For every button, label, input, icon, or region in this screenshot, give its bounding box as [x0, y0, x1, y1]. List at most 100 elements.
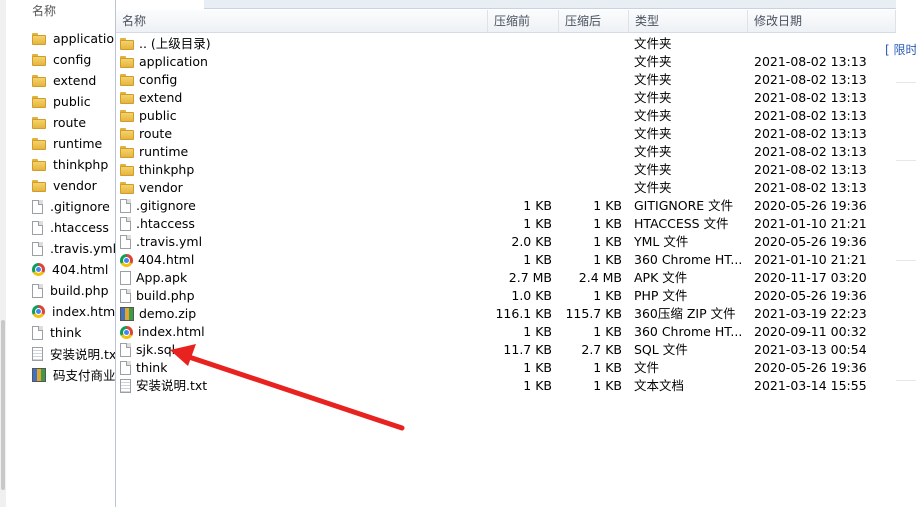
archive-file-list-window: 名称 压缩前 压缩后 类型 修改日期 .. (上级目录) 文件夹 applicati…: [115, 0, 897, 507]
file-row[interactable]: 404.html 1 KB 1 KB 360 Chrome HT... 2021-01-…: [116, 251, 896, 269]
file-name: 安装说明.txt: [136, 378, 208, 393]
left-list-item[interactable]: .htaccess: [0, 217, 118, 238]
column-header-original[interactable]: 压缩后: [559, 10, 629, 32]
left-list-item[interactable]: application: [0, 28, 118, 49]
file-row[interactable]: config 文件夹 2021-08-02 13:13: [116, 71, 896, 89]
file-icon: [120, 289, 131, 303]
left-list-item-label: runtime: [53, 136, 103, 151]
column-header-modified[interactable]: 修改日期: [748, 10, 896, 32]
file-icon: [120, 343, 131, 357]
file-name: sjk.sql: [136, 342, 176, 357]
original-size: 1 KB: [593, 360, 622, 375]
modified-date: 2020-05-26 19:36: [754, 198, 867, 213]
file-row[interactable]: think 1 KB 1 KB 文件 2020-05-26 19:36: [116, 359, 896, 377]
background-window-edge: [ 限时: [885, 0, 916, 507]
column-header-row: 名称 压缩前 压缩后 类型 修改日期: [116, 10, 896, 33]
divider: [896, 260, 916, 261]
file-row[interactable]: App.apk 2.7 MB 2.4 MB APK 文件 2020-11-17 03:2…: [116, 269, 896, 287]
left-list-item[interactable]: index.html: [0, 301, 118, 322]
file-icon: [32, 283, 43, 298]
file-icon: [32, 199, 43, 214]
left-list-item[interactable]: config: [0, 49, 118, 70]
file-row[interactable]: .htaccess 1 KB 1 KB HTACCESS 文件 2021-01-10 2…: [116, 215, 896, 233]
modified-date: 2021-08-02 13:13: [754, 90, 867, 105]
left-list-item[interactable]: route: [0, 112, 118, 133]
left-list-item[interactable]: .travis.yml: [0, 238, 118, 259]
file-name: demo.zip: [139, 306, 197, 321]
left-list-item[interactable]: thinkphp: [0, 154, 118, 175]
file-name-cell: thinkphp: [120, 161, 490, 179]
modified-date: 2021-01-10 21:21: [754, 216, 867, 231]
file-name-cell: .travis.yml: [120, 233, 490, 251]
left-file-list: application config extend public route runtim…: [0, 28, 118, 385]
divider: [896, 380, 916, 381]
left-list-item[interactable]: vendor: [0, 175, 118, 196]
file-row[interactable]: runtime 文件夹 2021-08-02 13:13: [116, 143, 896, 161]
left-list-item-label: index.html: [52, 304, 118, 319]
file-name-cell: .htaccess: [120, 215, 490, 233]
compressed-size: 1 KB: [523, 378, 552, 393]
column-header-compressed[interactable]: 压缩前: [488, 10, 559, 32]
file-name-cell: extend: [120, 89, 490, 107]
modified-date: 2021-03-19 22:23: [754, 306, 867, 321]
left-list-item-label: config: [53, 52, 92, 67]
file-row[interactable]: extend 文件夹 2021-08-02 13:13: [116, 89, 896, 107]
compressed-size: 1 KB: [523, 360, 552, 375]
folder-icon: [120, 182, 134, 194]
modified-date: 2020-05-26 19:36: [754, 288, 867, 303]
left-list-item[interactable]: public: [0, 91, 118, 112]
modified-date: 2021-08-02 13:13: [754, 108, 867, 123]
column-header-name[interactable]: 名称: [116, 10, 488, 32]
column-header-type[interactable]: 类型: [629, 10, 748, 32]
file-name: .htaccess: [136, 216, 195, 231]
left-list-item-label: .travis.yml: [50, 241, 117, 256]
folder-icon: [120, 56, 134, 68]
file-row[interactable]: route 文件夹 2021-08-02 13:13: [116, 125, 896, 143]
file-rows: .. (上级目录) 文件夹 application 文件夹 2021-08-02 13:…: [116, 35, 896, 395]
left-list-item[interactable]: extend: [0, 70, 118, 91]
file-row[interactable]: build.php 1.0 KB 1 KB PHP 文件 2020-05-26 19:3…: [116, 287, 896, 305]
left-column-header[interactable]: 名称: [32, 2, 56, 19]
modified-date: 2021-08-02 13:13: [754, 144, 867, 159]
left-list-item-label: application: [53, 31, 118, 46]
promo-link[interactable]: [ 限时: [885, 41, 916, 58]
left-list-item-label: route: [53, 115, 87, 130]
file-icon: [120, 199, 131, 213]
left-list-item[interactable]: .gitignore: [0, 196, 118, 217]
file-row[interactable]: index.html 1 KB 1 KB 360 Chrome HT... 2020-0…: [116, 323, 896, 341]
file-row[interactable]: thinkphp 文件夹 2021-08-02 13:13: [116, 161, 896, 179]
file-row[interactable]: .travis.yml 2.0 KB 1 KB YML 文件 2020-05-26 19…: [116, 233, 896, 251]
left-list-item[interactable]: 404.html: [0, 259, 118, 280]
compressed-size: 116.1 KB: [495, 306, 552, 321]
file-type: 文件夹: [634, 162, 672, 177]
file-row[interactable]: demo.zip 116.1 KB 115.7 KB 360压缩 ZIP 文件 2021…: [116, 305, 896, 323]
folder-icon: [120, 74, 134, 86]
file-type: 文件夹: [634, 126, 672, 141]
left-list-item-label: 码支付商业: [53, 368, 116, 383]
left-list-item[interactable]: 安装说明.tx: [0, 343, 118, 364]
background-explorer-pane: 名称 application config extend public route run…: [0, 0, 119, 507]
file-row[interactable]: .. (上级目录) 文件夹: [116, 35, 896, 53]
left-list-item[interactable]: think: [0, 322, 118, 343]
file-row[interactable]: sjk.sql 11.7 KB 2.7 KB SQL 文件 2021-03-13 00:…: [116, 341, 896, 359]
modified-date: 2021-08-02 13:13: [754, 54, 867, 69]
left-list-item[interactable]: runtime: [0, 133, 118, 154]
left-list-item-label: vendor: [53, 178, 97, 193]
file-row[interactable]: 安装说明.txt 1 KB 1 KB 文本文档 2021-03-14 15:55: [116, 377, 896, 395]
file-row[interactable]: public 文件夹 2021-08-02 13:13: [116, 107, 896, 125]
file-row[interactable]: vendor 文件夹 2021-08-02 13:13: [116, 179, 896, 197]
file-name-cell: 安装说明.txt: [120, 377, 490, 395]
file-type: HTACCESS 文件: [634, 216, 729, 231]
file-name-cell: application: [120, 53, 490, 71]
chrome-icon: [120, 325, 133, 339]
left-list-item[interactable]: 码支付商业: [0, 364, 118, 385]
modified-date: 2020-11-17 03:20: [754, 270, 867, 285]
left-list-item-label: extend: [53, 73, 97, 88]
original-size: 115.7 KB: [565, 306, 622, 321]
left-list-item[interactable]: build.php: [0, 280, 118, 301]
file-row[interactable]: .gitignore 1 KB 1 KB GITIGNORE 文件 2020-05-26…: [116, 197, 896, 215]
file-name-cell: index.html: [120, 323, 490, 341]
folder-icon: [32, 158, 46, 171]
file-row[interactable]: application 文件夹 2021-08-02 13:13: [116, 53, 896, 71]
compressed-size: 1 KB: [523, 198, 552, 213]
